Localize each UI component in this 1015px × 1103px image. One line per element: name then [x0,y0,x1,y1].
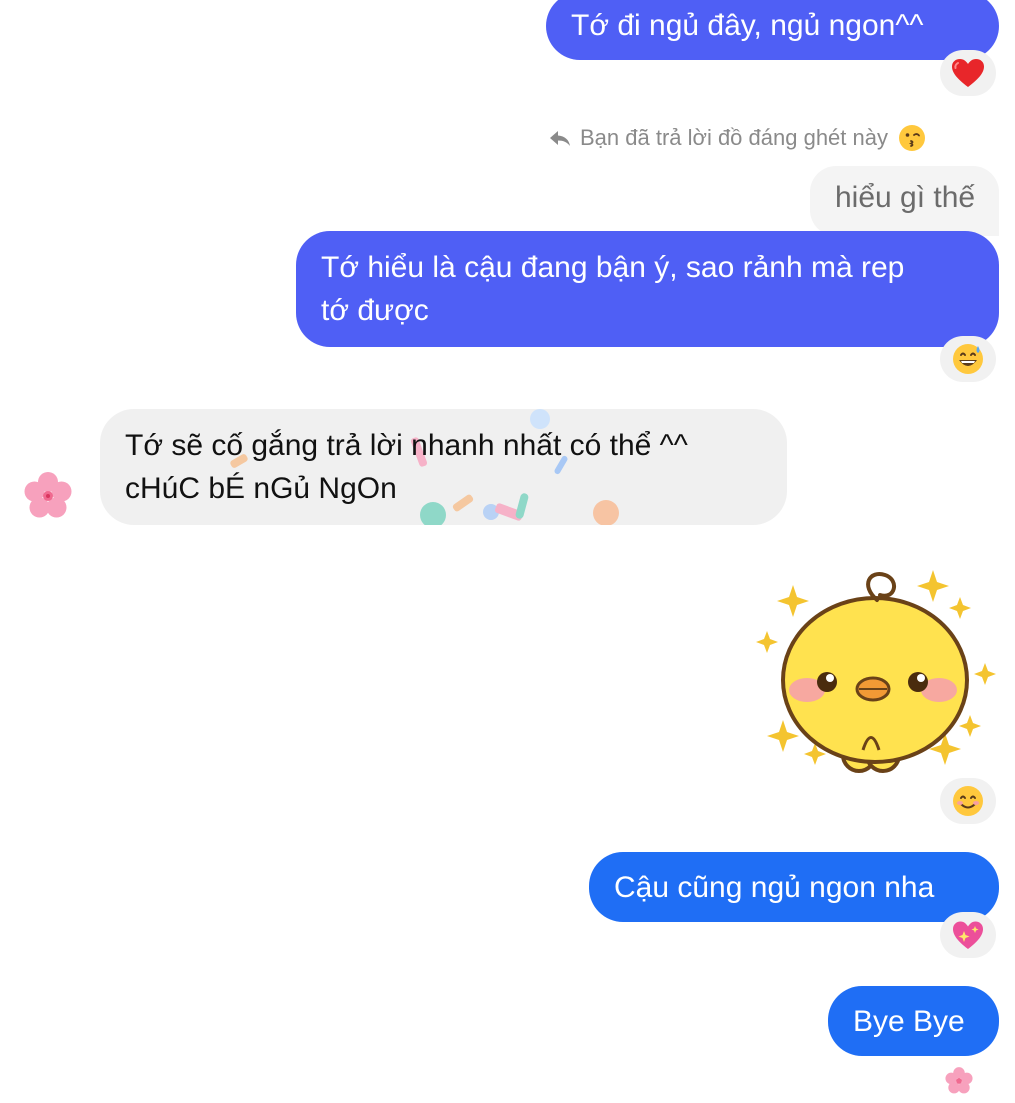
reply-label-text: Bạn đã trả lời đồ đáng ghét này [580,125,888,150]
contact-avatar[interactable] [22,470,74,522]
quoted-message[interactable]: hiểu gì thế [810,166,999,236]
quoted-text: hiểu gì thế [835,181,976,214]
message-text: Cậu cũng ngủ ngon nha [614,871,935,904]
reaction-badge[interactable] [940,778,996,824]
sparkling-heart-icon [953,921,983,949]
kissing-face-icon [898,125,925,151]
message-bubble-outgoing[interactable]: Tớ đi ngủ đây, ngủ ngon^^ [546,0,999,60]
sticker-message[interactable] [755,565,1000,780]
message-bubble-outgoing[interactable]: Tớ hiểu là cậu đang bận ý, sao rảnh mà r… [296,231,999,347]
message-text-line: tớ được [321,294,429,327]
message-text-line: Tớ hiểu là cậu đang bận ý, sao rảnh mà r… [321,251,905,284]
reply-label: Bạn đã trả lời đồ đáng ghét này [548,124,926,152]
message-bubble-incoming[interactable]: Tớ sẽ cố gắng trả lời nhanh nhất có thể … [100,409,787,525]
seen-indicator [944,1066,974,1096]
reaction-badge[interactable] [940,50,996,96]
red-heart-icon [952,59,984,87]
message-text: Tớ đi ngủ đây, ngủ ngon^^ [571,9,924,42]
reaction-badge[interactable] [940,912,996,958]
reaction-badge[interactable] [940,336,996,382]
message-bubble-outgoing[interactable]: Bye Bye [828,986,999,1056]
cherry-blossom-icon [945,1067,973,1094]
grinning-sweat-face-icon [953,344,983,374]
cherry-blossom-icon [24,472,72,518]
message-text-line: cHúC bÉ nGủ NgOn [125,472,397,505]
yellow-chick-sticker [756,570,996,773]
message-text: Bye Bye [853,1005,965,1038]
reply-arrow-icon [550,131,570,146]
message-text-line: Tớ sẽ cố gắng trả lời nhanh nhất có thể … [125,429,688,462]
message-bubble-outgoing[interactable]: Cậu cũng ngủ ngon nha [589,852,999,922]
smiling-face-icon [953,786,983,816]
